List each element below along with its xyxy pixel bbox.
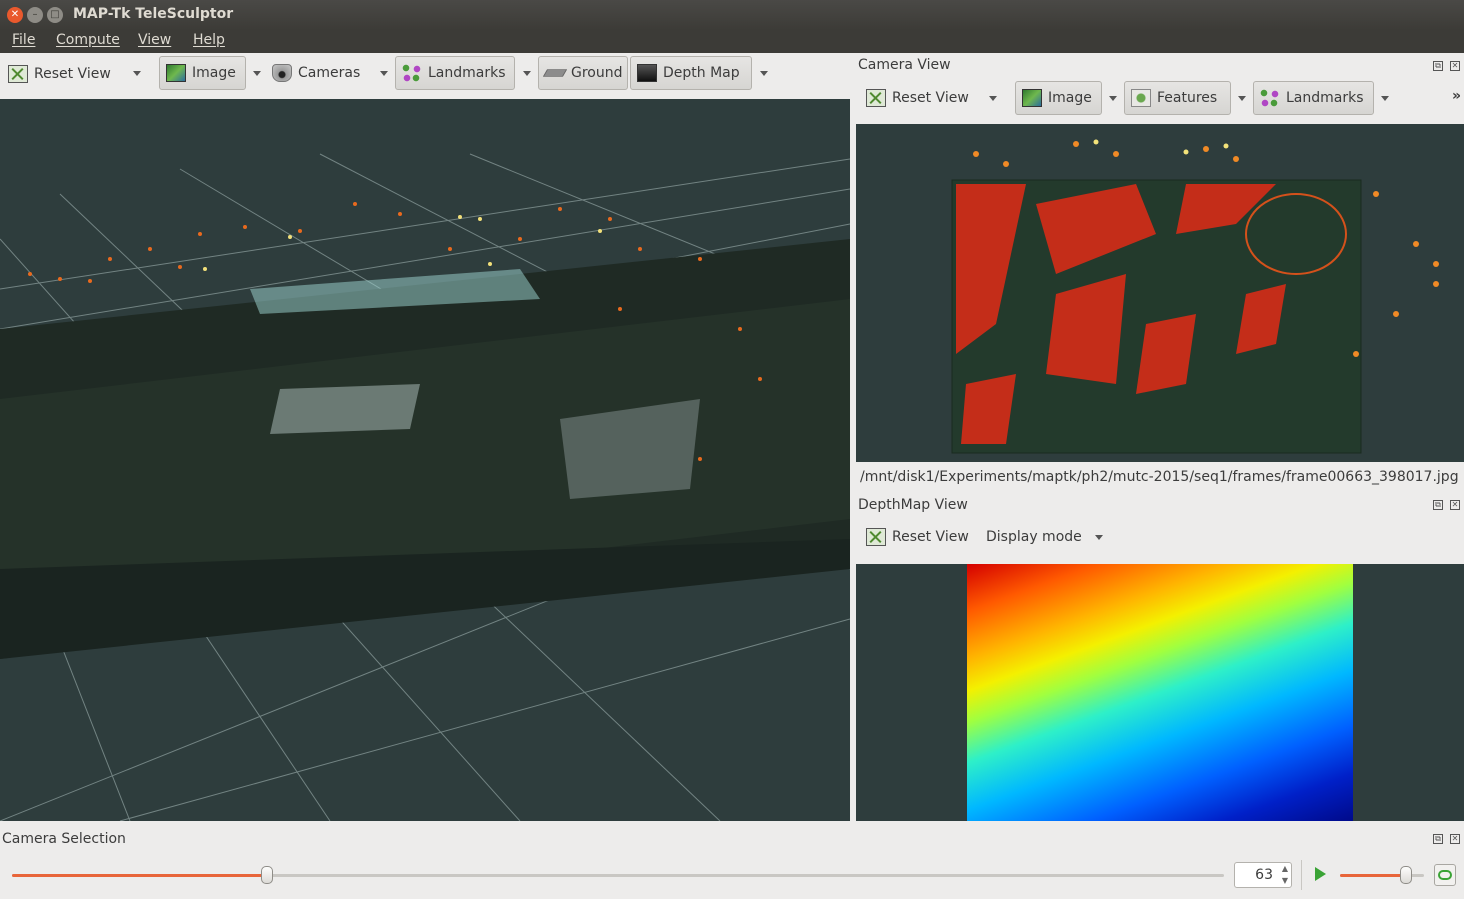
camera-viewport[interactable]: [856, 124, 1464, 462]
play-icon[interactable]: [1315, 867, 1326, 881]
depthmap-view-toolbar: Reset View Display mode: [856, 518, 1464, 562]
landmarks-dropdown-icon[interactable]: [523, 71, 531, 76]
depthmap-view-title: DepthMap View: [858, 497, 968, 513]
depth-map-icon: [637, 64, 657, 82]
world-reset-view-label: Reset View: [34, 66, 111, 82]
close-dock-icon[interactable]: ✕: [1450, 500, 1460, 510]
menu-bar: File Compute View Help: [0, 30, 1464, 53]
world-image-label: Image: [192, 65, 236, 81]
image-icon: [166, 64, 186, 82]
frame-slider-handle[interactable]: [261, 866, 273, 884]
world-landmarks-label: Landmarks: [428, 65, 506, 81]
camera-features-dropdown-icon[interactable]: [1238, 96, 1246, 101]
speed-slider-handle[interactable]: [1400, 866, 1412, 884]
reset-view-icon: [866, 89, 886, 107]
menu-compute[interactable]: Compute: [56, 32, 120, 48]
menu-view[interactable]: View: [138, 32, 171, 48]
spin-up-icon[interactable]: ▲: [1282, 864, 1288, 873]
title-bar: ✕ – □ MAP-Tk TeleSculptor: [0, 0, 1464, 30]
features-icon: [1131, 89, 1151, 107]
camera-landmarks-label: Landmarks: [1286, 90, 1364, 106]
close-dock-icon[interactable]: ✕: [1450, 61, 1460, 71]
spin-down-icon[interactable]: ▼: [1282, 876, 1288, 885]
image-icon: [1022, 89, 1042, 107]
reset-view-icon: [866, 528, 886, 546]
toolbar-overflow-icon[interactable]: »: [1452, 88, 1461, 104]
camera-features-toggle[interactable]: Features: [1124, 81, 1231, 115]
depth-map-dropdown-icon[interactable]: [760, 71, 768, 76]
camera-view-toolbar: Reset View Image Features Landmarks »: [856, 78, 1464, 122]
world-3d-viewport[interactable]: [0, 99, 850, 821]
frame-slider-fill: [12, 874, 267, 877]
camera-landmarks-toggle[interactable]: Landmarks: [1253, 81, 1374, 115]
world-image-toggle[interactable]: Image: [159, 56, 246, 90]
display-mode-label: Display mode: [986, 529, 1082, 545]
cameras-dropdown-icon[interactable]: [380, 71, 388, 76]
camera-icon: [272, 64, 292, 82]
camera-image-toggle[interactable]: Image: [1015, 81, 1102, 115]
menu-help[interactable]: Help: [193, 32, 225, 48]
camera-image-dropdown-icon[interactable]: [1109, 96, 1117, 101]
loop-toggle-button[interactable]: [1434, 864, 1456, 886]
depthmap-reset-view-button[interactable]: Reset View: [860, 520, 975, 554]
world-landmarks-toggle[interactable]: Landmarks: [395, 56, 515, 90]
world-ground-toggle[interactable]: Ground: [538, 56, 628, 90]
depthmap-viewport[interactable]: [856, 564, 1464, 821]
world-scene: [0, 153, 850, 821]
depth-map-image: [967, 564, 1353, 821]
landmarks-icon: [1260, 89, 1280, 107]
menu-file[interactable]: File: [12, 32, 35, 48]
divider: [1301, 860, 1302, 890]
maximize-window-button[interactable]: □: [47, 7, 63, 23]
image-dropdown-icon[interactable]: [253, 71, 261, 76]
minimize-window-button[interactable]: –: [27, 7, 43, 23]
frame-path-label: /mnt/disk1/Experiments/maptk/ph2/mutc-20…: [860, 469, 1459, 485]
horizontal-splitter[interactable]: [0, 821, 1464, 827]
world-cameras-label: Cameras: [298, 65, 361, 81]
depthmap-reset-view-label: Reset View: [892, 529, 969, 545]
camera-image-label: Image: [1048, 90, 1092, 106]
display-mode-button[interactable]: Display mode: [980, 520, 1088, 554]
reset-view-dropdown-icon[interactable]: [133, 71, 141, 76]
reset-view-icon: [8, 65, 28, 83]
close-dock-icon[interactable]: ✕: [1450, 834, 1460, 844]
speed-slider-fill: [1340, 874, 1406, 877]
close-window-button[interactable]: ✕: [7, 7, 23, 23]
display-mode-dropdown-icon[interactable]: [1095, 535, 1103, 540]
frame-number-spinbox[interactable]: 63 ▲ ▼: [1234, 862, 1292, 888]
camera-landmarks-dropdown-icon[interactable]: [1381, 96, 1389, 101]
camera-features-label: Features: [1157, 90, 1218, 106]
camera-reset-view-button[interactable]: Reset View: [860, 81, 975, 115]
loop-icon: [1438, 870, 1452, 880]
camera-scene: [951, 139, 1439, 454]
ground-plane-icon: [542, 69, 568, 77]
float-dock-icon[interactable]: ⧉: [1433, 61, 1443, 71]
camera-reset-view-label: Reset View: [892, 90, 969, 106]
landmarks-icon: [402, 64, 422, 82]
world-cameras-toggle[interactable]: Cameras: [266, 56, 366, 90]
world-reset-view-button[interactable]: Reset View: [2, 57, 117, 91]
world-ground-label: Ground: [571, 65, 623, 81]
window-title: MAP-Tk TeleSculptor: [73, 6, 234, 22]
camera-selection-title: Camera Selection: [2, 831, 126, 847]
camera-view-title: Camera View: [858, 57, 951, 73]
world-depth-map-toggle[interactable]: Depth Map: [630, 56, 752, 90]
world-view-toolbar: Reset View Image Cameras Landmarks Groun…: [0, 53, 852, 97]
float-dock-icon[interactable]: ⧉: [1433, 500, 1443, 510]
float-dock-icon[interactable]: ⧉: [1433, 834, 1443, 844]
world-depth-map-label: Depth Map: [663, 65, 740, 81]
camera-reset-view-dropdown-icon[interactable]: [989, 96, 997, 101]
frame-number-value: 63: [1255, 867, 1273, 883]
